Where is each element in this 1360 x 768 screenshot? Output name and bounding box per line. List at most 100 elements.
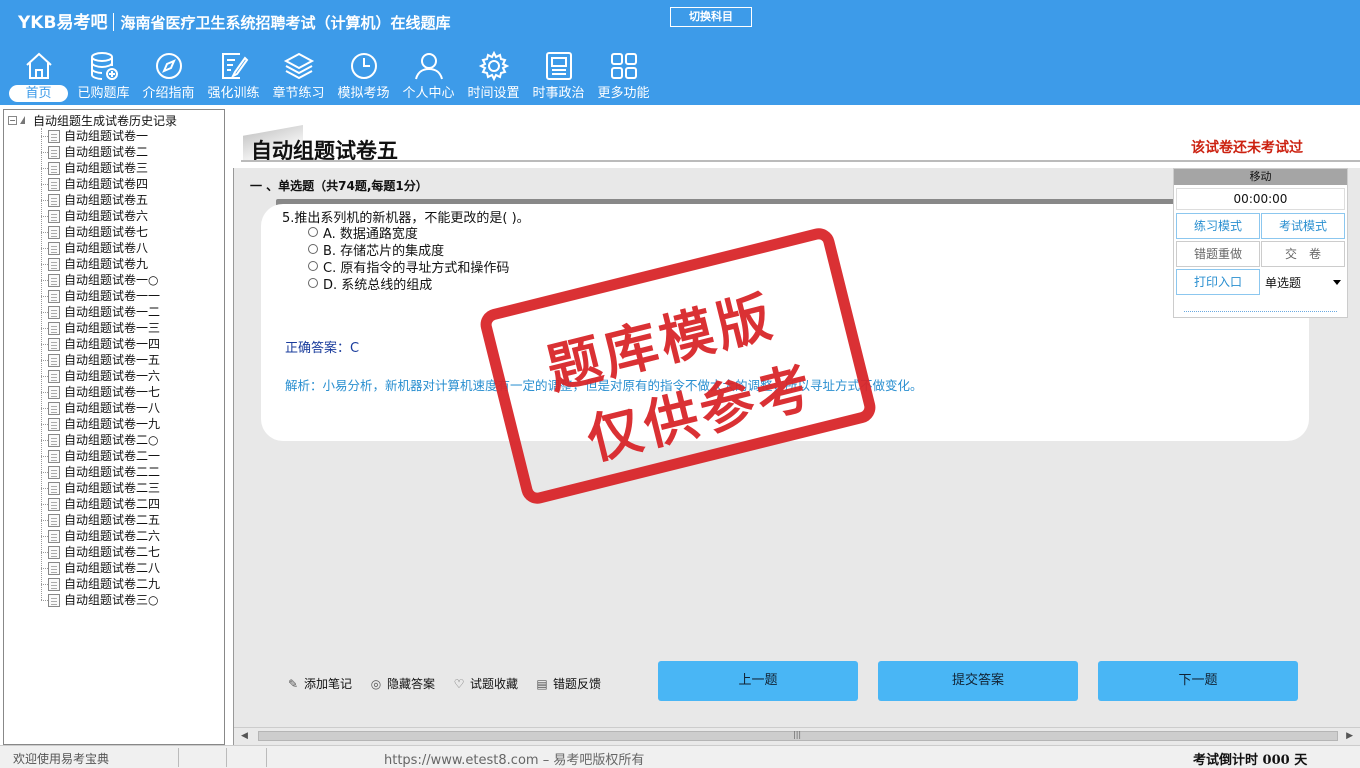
submit-paper-button[interactable]: 交 卷 [1261,241,1345,267]
tree-item-label: 自动组题试卷二六 [64,529,161,543]
redo-wrong-button[interactable]: 错题重做 [1176,241,1260,267]
tree-root-label: 自动组题生成试卷历史记录 [33,113,178,128]
tree-item[interactable]: 自动组题试卷二二 [4,464,224,480]
nav-label: 时事政治 [532,86,585,101]
scroll-right-icon[interactable]: ▶ [1346,731,1353,741]
nav-training[interactable]: 强化训练 [201,46,266,104]
panel-drag-handle[interactable]: 移动 [1174,169,1347,185]
welcome-text: 欢迎使用易考宝典 [13,752,110,766]
tree-item[interactable]: 自动组题试卷一九 [4,416,224,432]
tree-item[interactable]: 自动组题试卷一三 [4,320,224,336]
scroll-left-icon[interactable]: ◀ [241,731,248,741]
nav-more[interactable]: 更多功能 [591,46,656,104]
nav-time-settings[interactable]: 时间设置 [461,46,526,104]
tree-root[interactable]: − 自动组题生成试卷历史记录 [8,112,177,128]
nav-mock-exam[interactable]: 模拟考场 [331,46,396,104]
tree-item[interactable]: 自动组题试卷九 [4,256,224,272]
exam-mode-button[interactable]: 考试模式 [1261,213,1345,239]
horizontal-scrollbar[interactable]: ◀ ||| ▶ [234,727,1360,744]
copyright-text: https://www.etest8.com – 易考吧版权所有 [384,753,645,768]
option-b[interactable]: B. 存储芯片的集成度 [308,241,444,259]
document-icon [48,338,60,351]
home-icon [23,50,55,82]
tree-item[interactable]: 自动组题试卷三 [4,160,224,176]
tree-item[interactable]: 自动组题试卷五 [4,192,224,208]
tree-item[interactable]: 自动组题试卷一○ [4,272,224,288]
tree-connector [41,296,48,297]
tree-connector [41,136,48,137]
tree-item[interactable]: 自动组题试卷一五 [4,352,224,368]
question-type-select[interactable]: 单选题 [1261,269,1345,295]
add-note-button[interactable]: ✎ 添加笔记 [286,675,352,692]
tree-item[interactable]: 自动组题试卷二八 [4,560,224,576]
status-divider [266,748,267,767]
radio-button[interactable] [308,244,318,254]
option-c[interactable]: C. 原有指令的寻址方式和操作码 [308,258,509,276]
radio-button[interactable] [308,261,318,271]
tree-connector [41,600,48,601]
tree-item[interactable]: 自动组题试卷二○ [4,432,224,448]
prev-question-button[interactable]: 上一题 [658,661,858,701]
switch-subject-button[interactable]: 切换科目 [670,7,752,27]
document-icon [48,290,60,303]
print-button[interactable]: 打印入口 [1176,269,1260,295]
tree-connector [41,168,48,169]
next-question-button[interactable]: 下一题 [1098,661,1298,701]
tree-item[interactable]: 自动组题试卷二五 [4,512,224,528]
hide-answer-button[interactable]: ◎ 隐藏答案 [369,675,435,692]
app-title: 海南省医疗卫生系统招聘考试（计算机）在线题库 [120,14,451,32]
document-icon [48,466,60,479]
tree-item[interactable]: 自动组题试卷三○ [4,592,224,608]
tree-item[interactable]: 自动组题试卷八 [4,240,224,256]
radio-button[interactable] [308,278,318,288]
nav-home[interactable]: 首页 [6,46,71,104]
tree-item[interactable]: 自动组题试卷七 [4,224,224,240]
tree-item-label: 自动组题试卷一四 [64,337,161,351]
tree-connector [41,264,48,265]
tree-item[interactable]: 自动组题试卷一四 [4,336,224,352]
tree-item[interactable]: 自动组题试卷一二 [4,304,224,320]
nav-politics[interactable]: 时事政治 [526,46,591,104]
tree-item[interactable]: 自动组题试卷二七 [4,544,224,560]
nav-purchased[interactable]: 已购题库 [71,46,136,104]
radio-button[interactable] [308,227,318,237]
tree-connector [41,312,48,313]
tree-item[interactable]: 自动组题试卷二九 [4,576,224,592]
nav-chapters[interactable]: 章节练习 [266,46,331,104]
tree-item[interactable]: 自动组题试卷二三 [4,480,224,496]
tree-item[interactable]: 自动组题试卷六 [4,208,224,224]
tree-connector [41,552,48,553]
document-icon [48,578,60,591]
nav-profile[interactable]: 个人中心 [396,46,461,104]
feedback-button[interactable]: ▤ 错题反馈 [535,675,601,692]
option-d[interactable]: D. 系统总线的组成 [308,275,432,293]
tree-item[interactable]: 自动组题试卷四 [4,176,224,192]
tree-item[interactable]: 自动组题试卷一六 [4,368,224,384]
scroll-thumb[interactable]: ||| [258,730,1338,741]
tree-item[interactable]: 自动组题试卷二 [4,144,224,160]
tree-connector [41,440,48,441]
tree-item[interactable]: 自动组题试卷一七 [4,384,224,400]
tree-connector [41,200,48,201]
divider [241,160,1360,162]
submit-answer-button[interactable]: 提交答案 [878,661,1078,701]
tree-item-label: 自动组题试卷二 [64,145,149,159]
nav-label: 已购题库 [77,86,130,101]
practice-mode-button[interactable]: 练习模式 [1176,213,1260,239]
tree-connector [41,216,48,217]
collapse-toggle[interactable]: − [8,115,17,125]
tree-item-label: 自动组题试卷九 [64,257,149,271]
tree-item[interactable]: 自动组题试卷一八 [4,400,224,416]
tree-connector [41,568,48,569]
tree-item[interactable]: 自动组题试卷二一 [4,448,224,464]
tree-item-label: 自动组题试卷二○ [64,433,159,447]
option-a[interactable]: A. 数据通路宽度 [308,224,418,242]
tree-item-label: 自动组题试卷二八 [64,561,161,575]
nav-guide[interactable]: 介绍指南 [136,46,201,104]
tree-item[interactable]: 自动组题试卷二六 [4,528,224,544]
tree-item[interactable]: 自动组题试卷一一 [4,288,224,304]
favorite-button[interactable]: ♡ 试题收藏 [452,675,518,692]
tree-item[interactable]: 自动组题试卷一 [4,128,224,144]
panel-resize-handle[interactable] [1184,311,1337,315]
tree-item[interactable]: 自动组题试卷二四 [4,496,224,512]
